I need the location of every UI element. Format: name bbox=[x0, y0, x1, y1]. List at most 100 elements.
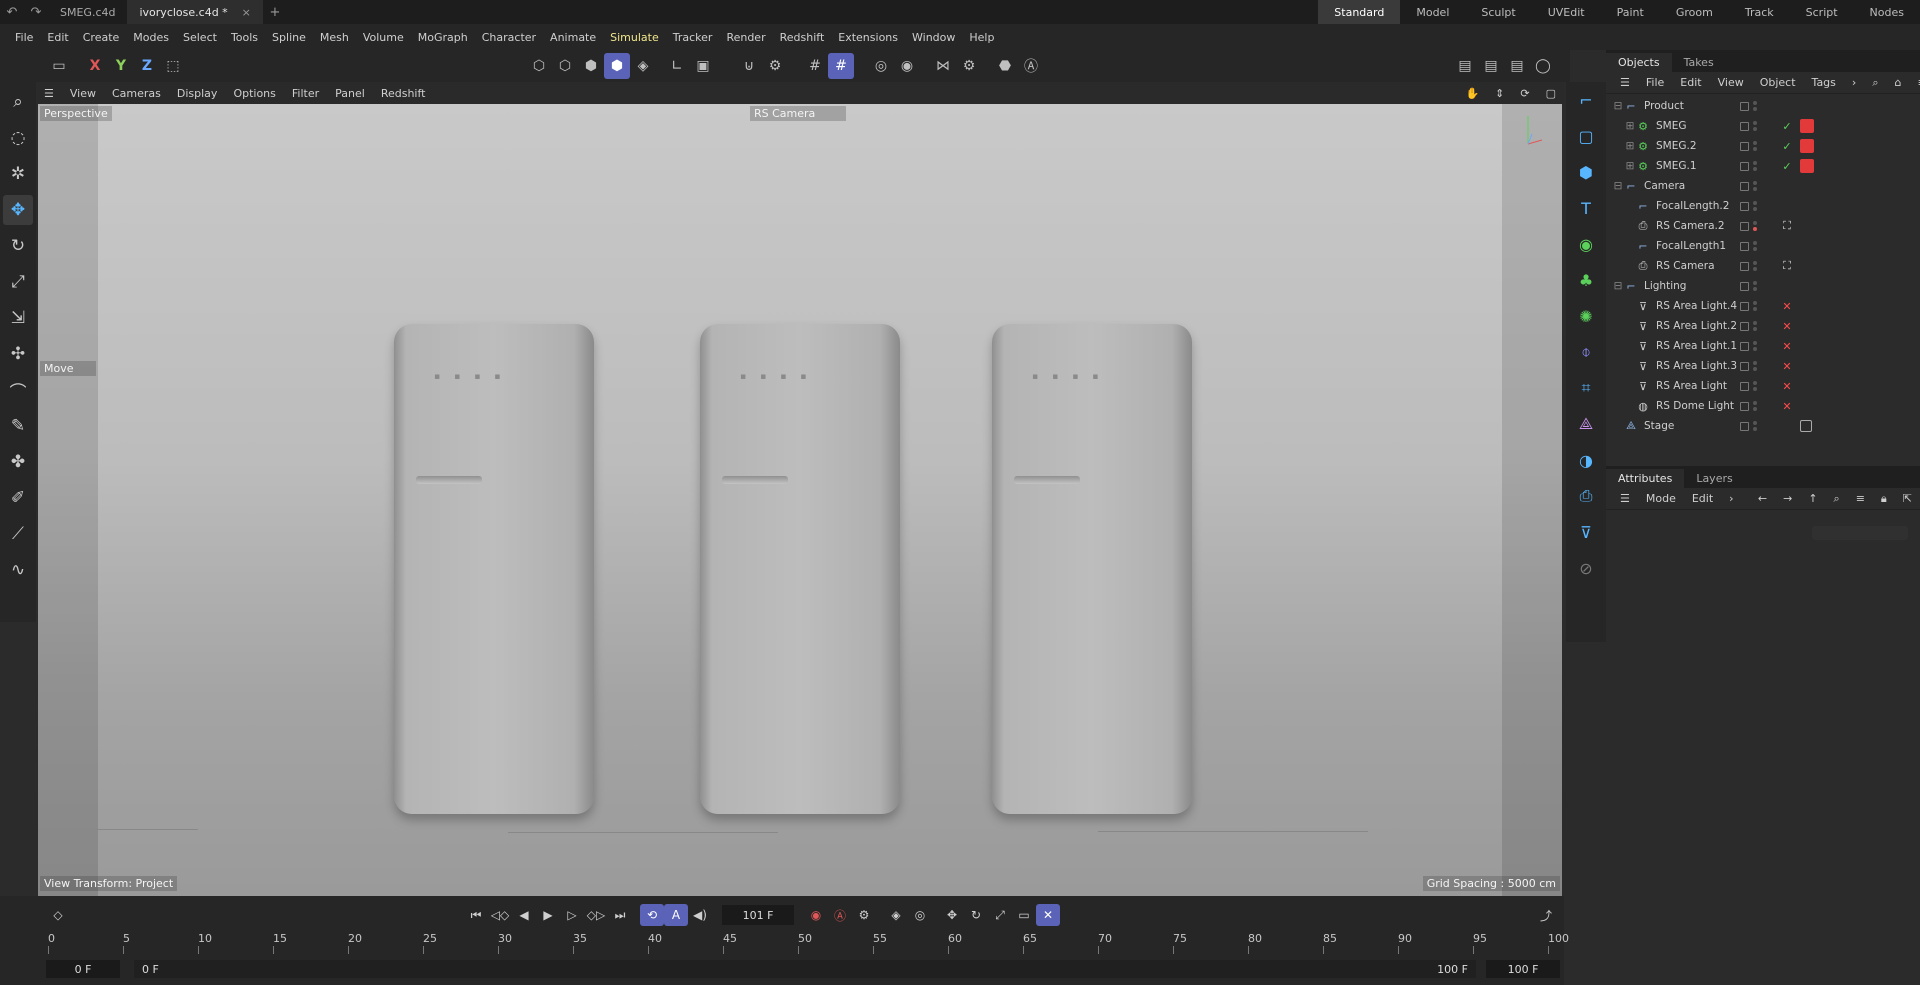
rotate-tool-icon[interactable]: ↻ bbox=[3, 231, 33, 261]
deformer-icon[interactable]: ⌽ bbox=[1571, 337, 1601, 367]
disabled-x-icon[interactable]: ✕ bbox=[1780, 339, 1794, 353]
redshift-icon[interactable]: ⬣ bbox=[992, 53, 1018, 79]
menu-edit[interactable]: Edit bbox=[40, 31, 75, 44]
polygon-pen-icon[interactable]: ✤ bbox=[3, 447, 33, 477]
light-icon[interactable]: ⊽ bbox=[1571, 517, 1601, 547]
polygons-mode-icon[interactable]: ⬢ bbox=[578, 53, 604, 79]
redo-icon[interactable]: ↷ bbox=[24, 0, 48, 24]
filter-icon[interactable]: ≡ bbox=[1848, 492, 1873, 505]
pop-out-icon[interactable]: ⇱ bbox=[1895, 492, 1920, 505]
orbit-icon[interactable]: ⟳ bbox=[1512, 87, 1537, 100]
attributes-hamburger-icon[interactable]: ☰ bbox=[1612, 492, 1638, 505]
viewport-menu-filter[interactable]: Filter bbox=[284, 87, 327, 100]
new-tab-icon[interactable]: + bbox=[263, 0, 287, 24]
viewport-menu-panel[interactable]: Panel bbox=[327, 87, 373, 100]
expand-toggle-icon[interactable]: ⊟ bbox=[1612, 100, 1624, 112]
visibility-dots[interactable] bbox=[1753, 241, 1758, 251]
menu-tracker[interactable]: Tracker bbox=[666, 31, 720, 44]
go-to-start-icon[interactable]: ⏮ bbox=[464, 904, 488, 926]
brush-icon[interactable]: ✐ bbox=[3, 483, 33, 513]
objects-menu-edit[interactable]: Edit bbox=[1672, 76, 1709, 89]
magnet-icon[interactable]: ⊍ bbox=[736, 53, 762, 79]
stage-tag-icon[interactable] bbox=[1800, 420, 1812, 432]
visibility-dots[interactable] bbox=[1753, 101, 1758, 111]
more-icon[interactable]: › bbox=[1844, 76, 1864, 89]
menu-mograph[interactable]: MoGraph bbox=[411, 31, 475, 44]
play-icon[interactable]: ▶ bbox=[536, 904, 560, 926]
texture-mode-icon[interactable]: ▣ bbox=[690, 53, 716, 79]
object-row[interactable]: ◍ RS Dome Light ✕ bbox=[1606, 396, 1920, 416]
text-icon[interactable]: T bbox=[1571, 193, 1601, 223]
menu-mesh[interactable]: Mesh bbox=[313, 31, 356, 44]
menu-volume[interactable]: Volume bbox=[356, 31, 411, 44]
keyframe-icon[interactable]: ◇ bbox=[46, 904, 70, 926]
layout-groom[interactable]: Groom bbox=[1660, 0, 1729, 24]
axis-mode-icon[interactable]: ∟ bbox=[664, 53, 690, 79]
auto-key-icon[interactable]: A bbox=[664, 904, 688, 926]
undo-icon[interactable]: ↶ bbox=[0, 0, 24, 24]
start-frame-field[interactable]: 0 F bbox=[46, 960, 120, 978]
object-row[interactable]: ⊟ ⌐ Lighting bbox=[1606, 276, 1920, 296]
disabled-x-icon[interactable]: ✕ bbox=[1780, 359, 1794, 373]
visibility-dots[interactable] bbox=[1753, 361, 1758, 371]
frame-ruler[interactable]: 0 5 10 15 20 25 30 35 40 45 50 55 60 65 70 75 80 85 90 95 10… bbox=[48, 932, 1569, 956]
cloner-icon[interactable]: ♣ bbox=[1571, 265, 1601, 295]
pan-icon[interactable]: ✋ bbox=[1457, 87, 1487, 100]
curve-editor-icon[interactable]: ⤴ bbox=[1534, 904, 1558, 926]
key-rotation-icon[interactable]: ◎ bbox=[908, 904, 932, 926]
menu-file[interactable]: File bbox=[8, 31, 40, 44]
layout-paint[interactable]: Paint bbox=[1601, 0, 1660, 24]
visibility-dots[interactable] bbox=[1753, 261, 1758, 271]
home-icon[interactable]: ⌂ bbox=[1886, 76, 1909, 89]
search-icon[interactable]: ⌕ bbox=[3, 87, 33, 117]
edges-mode-icon[interactable]: ⬡ bbox=[552, 53, 578, 79]
layer-flag-icon[interactable] bbox=[1740, 301, 1749, 311]
cube-menu-icon[interactable]: ▭ bbox=[46, 53, 72, 79]
render-picture-viewer-icon[interactable]: ▤ bbox=[1478, 53, 1504, 79]
layout-sculpt[interactable]: Sculpt bbox=[1465, 0, 1531, 24]
material-tag-icon[interactable] bbox=[1800, 159, 1814, 173]
next-frame-icon[interactable]: ▷ bbox=[560, 904, 584, 926]
fridge-model-smeg-1[interactable]: ▪▪▪▪ bbox=[992, 324, 1192, 814]
menu-modes[interactable]: Modes bbox=[126, 31, 176, 44]
visibility-dots[interactable] bbox=[1753, 281, 1758, 291]
environment-icon[interactable]: ◑ bbox=[1571, 445, 1601, 475]
attributes-menu-mode[interactable]: Mode bbox=[1638, 492, 1684, 505]
layer-flag-icon[interactable] bbox=[1740, 261, 1749, 271]
camera-icon[interactable]: ⎙ bbox=[1571, 481, 1601, 511]
menu-window[interactable]: Window bbox=[905, 31, 962, 44]
key-pla-icon[interactable]: ⤢ bbox=[988, 904, 1012, 926]
effector-icon[interactable]: ✺ bbox=[1571, 301, 1601, 331]
check-icon[interactable]: ✓ bbox=[1780, 119, 1794, 133]
fridge-model-smeg-2[interactable]: ▪▪▪▪ bbox=[700, 324, 900, 814]
range-slider[interactable]: 0 F 100 F bbox=[134, 960, 1476, 978]
layer-flag-icon[interactable] bbox=[1740, 221, 1749, 231]
selection-tool-icon[interactable]: ◌ bbox=[3, 123, 33, 153]
visibility-dots[interactable] bbox=[1753, 201, 1758, 211]
expand-toggle-icon[interactable]: ⊞ bbox=[1624, 160, 1636, 172]
material-tag-icon[interactable] bbox=[1800, 119, 1814, 133]
layer-flag-icon[interactable] bbox=[1740, 321, 1749, 331]
check-icon[interactable]: ✓ bbox=[1780, 139, 1794, 153]
render-view-icon[interactable]: ▤ bbox=[1452, 53, 1478, 79]
render-settings-icon[interactable]: ◉ bbox=[894, 53, 920, 79]
object-row[interactable]: ⌐ FocalLength.2 bbox=[1606, 196, 1920, 216]
object-row[interactable]: ⎙ RS Camera.2 ⛶ bbox=[1606, 216, 1920, 236]
expand-toggle-icon[interactable]: ⊟ bbox=[1612, 180, 1624, 192]
layout-standard[interactable]: Standard bbox=[1318, 0, 1401, 24]
tweak-tool-icon[interactable]: ✲ bbox=[3, 159, 33, 189]
next-key-icon[interactable]: ◇▷ bbox=[584, 904, 608, 926]
menu-create[interactable]: Create bbox=[76, 31, 127, 44]
camera-label[interactable]: RS Camera bbox=[750, 106, 846, 121]
material-tag-icon[interactable] bbox=[1800, 139, 1814, 153]
dolly-icon[interactable]: ⇕ bbox=[1487, 87, 1512, 100]
object-row[interactable]: ⊽ RS Area Light.2 ✕ bbox=[1606, 316, 1920, 336]
object-row[interactable]: ⊽ RS Area Light.1 ✕ bbox=[1606, 336, 1920, 356]
key-position-icon[interactable]: ◈ bbox=[884, 904, 908, 926]
visibility-dots[interactable] bbox=[1753, 301, 1758, 311]
null-object-icon[interactable]: ⌐ bbox=[1571, 85, 1601, 115]
disabled-x-icon[interactable]: ✕ bbox=[1780, 299, 1794, 313]
layer-flag-icon[interactable] bbox=[1740, 121, 1749, 131]
layer-flag-icon[interactable] bbox=[1740, 381, 1749, 391]
viewport-menu-options[interactable]: Options bbox=[225, 87, 283, 100]
